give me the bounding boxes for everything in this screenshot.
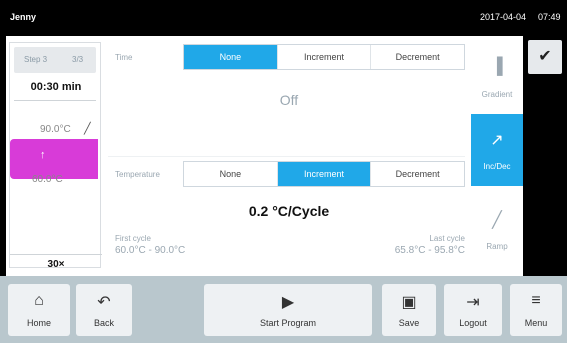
temperature-label: Temperature	[115, 170, 160, 179]
mode-column: ▐ Gradient ↗ Inc/Dec ╱ Ramp	[471, 36, 523, 276]
last-cycle-label: Last cycle	[429, 234, 465, 243]
section-divider	[108, 156, 465, 157]
ramp-small-icon: ╱	[84, 123, 91, 135]
menu-label: Menu	[524, 318, 548, 328]
time-option-none[interactable]: None	[184, 45, 278, 69]
home-button[interactable]: ⌂ Home	[8, 284, 70, 336]
main-panel: Step 3 3/3 00:30 min 90.0°C ╱ ↑ 60.0°C 3…	[6, 36, 523, 276]
temperature-option-none[interactable]: None	[184, 162, 278, 186]
temperature-option-decrement[interactable]: Decrement	[371, 162, 464, 186]
mode-incdec-label: Inc/Dec	[483, 162, 511, 171]
start-program-label: Start Program	[259, 318, 317, 328]
arrow-up-icon: ↑	[40, 149, 46, 161]
checkmark-icon: ✔	[538, 48, 552, 65]
first-cycle-value: 60.0°C - 90.0°C	[115, 245, 186, 256]
time-option-decrement[interactable]: Decrement	[371, 45, 464, 69]
status-date: 2017-04-04	[480, 12, 527, 22]
save-label: Save	[398, 318, 420, 328]
status-bar: Jenny 2017-04-04 07:49	[0, 0, 567, 36]
mode-gradient-button[interactable]: ▐ Gradient	[471, 42, 523, 114]
save-button[interactable]: ▣ Save	[382, 284, 436, 336]
back-button[interactable]: ↶ Back	[76, 284, 132, 336]
bottom-toolbar: ⌂ Home ↶ Back ▶ Start Program ▣ Save ⇥ L…	[0, 276, 567, 343]
temperature-bar: ↑	[10, 139, 98, 179]
start-program-button[interactable]: ▶ Start Program	[204, 284, 372, 336]
menu-icon: ≡	[531, 292, 541, 309]
step-tabs: Step 3 3/3	[14, 47, 96, 73]
save-icon: ▣	[401, 294, 417, 311]
menu-button[interactable]: ≡ Menu	[510, 284, 562, 336]
step-count: 3/3	[72, 55, 84, 64]
ramp-icon: ╱	[492, 212, 502, 229]
time-segmented-control: None Increment Decrement	[183, 44, 465, 70]
time-value: Off	[279, 92, 299, 108]
mode-ramp-label: Ramp	[486, 242, 508, 251]
step-temp-high: 90.0°C	[40, 124, 71, 135]
back-label: Back	[93, 318, 114, 328]
logout-button[interactable]: ⇥ Logout	[444, 284, 502, 336]
logout-label: Logout	[459, 318, 487, 328]
home-label: Home	[26, 318, 51, 328]
mode-incdec-button[interactable]: ↗ Inc/Dec	[471, 114, 523, 186]
cycle-count: 30×	[10, 254, 102, 270]
last-cycle-value: 65.8°C - 95.8°C	[394, 245, 465, 256]
bars-icon: ▐	[491, 58, 503, 75]
status-time: 07:49	[538, 12, 561, 22]
mode-gradient-label: Gradient	[481, 90, 513, 99]
time-option-increment[interactable]: Increment	[278, 45, 372, 69]
first-cycle-label: First cycle	[115, 234, 151, 243]
temperature-option-increment[interactable]: Increment	[277, 162, 372, 186]
step-number: Step 3	[24, 55, 48, 64]
divider	[14, 100, 96, 101]
logout-icon: ⇥	[466, 294, 480, 311]
user-name: Jenny	[10, 12, 37, 22]
home-icon: ⌂	[34, 292, 44, 309]
confirm-button[interactable]: ✔	[528, 40, 562, 74]
temperature-rate-value: 0.2 °C/Cycle	[248, 203, 330, 219]
mode-ramp-button[interactable]: ╱ Ramp	[471, 194, 523, 266]
incdec-icon: ↗	[490, 132, 504, 149]
time-label: Time	[115, 53, 133, 62]
step-card[interactable]: Step 3 3/3 00:30 min 90.0°C ╱ ↑ 60.0°C 3…	[9, 42, 102, 270]
step-duration: 00:30 min	[30, 81, 82, 93]
temperature-segmented-control: None Increment Decrement	[183, 161, 465, 187]
play-icon: ▶	[281, 294, 295, 311]
back-icon: ↶	[97, 294, 111, 311]
step-temp-low: 60.0°C	[32, 174, 63, 185]
